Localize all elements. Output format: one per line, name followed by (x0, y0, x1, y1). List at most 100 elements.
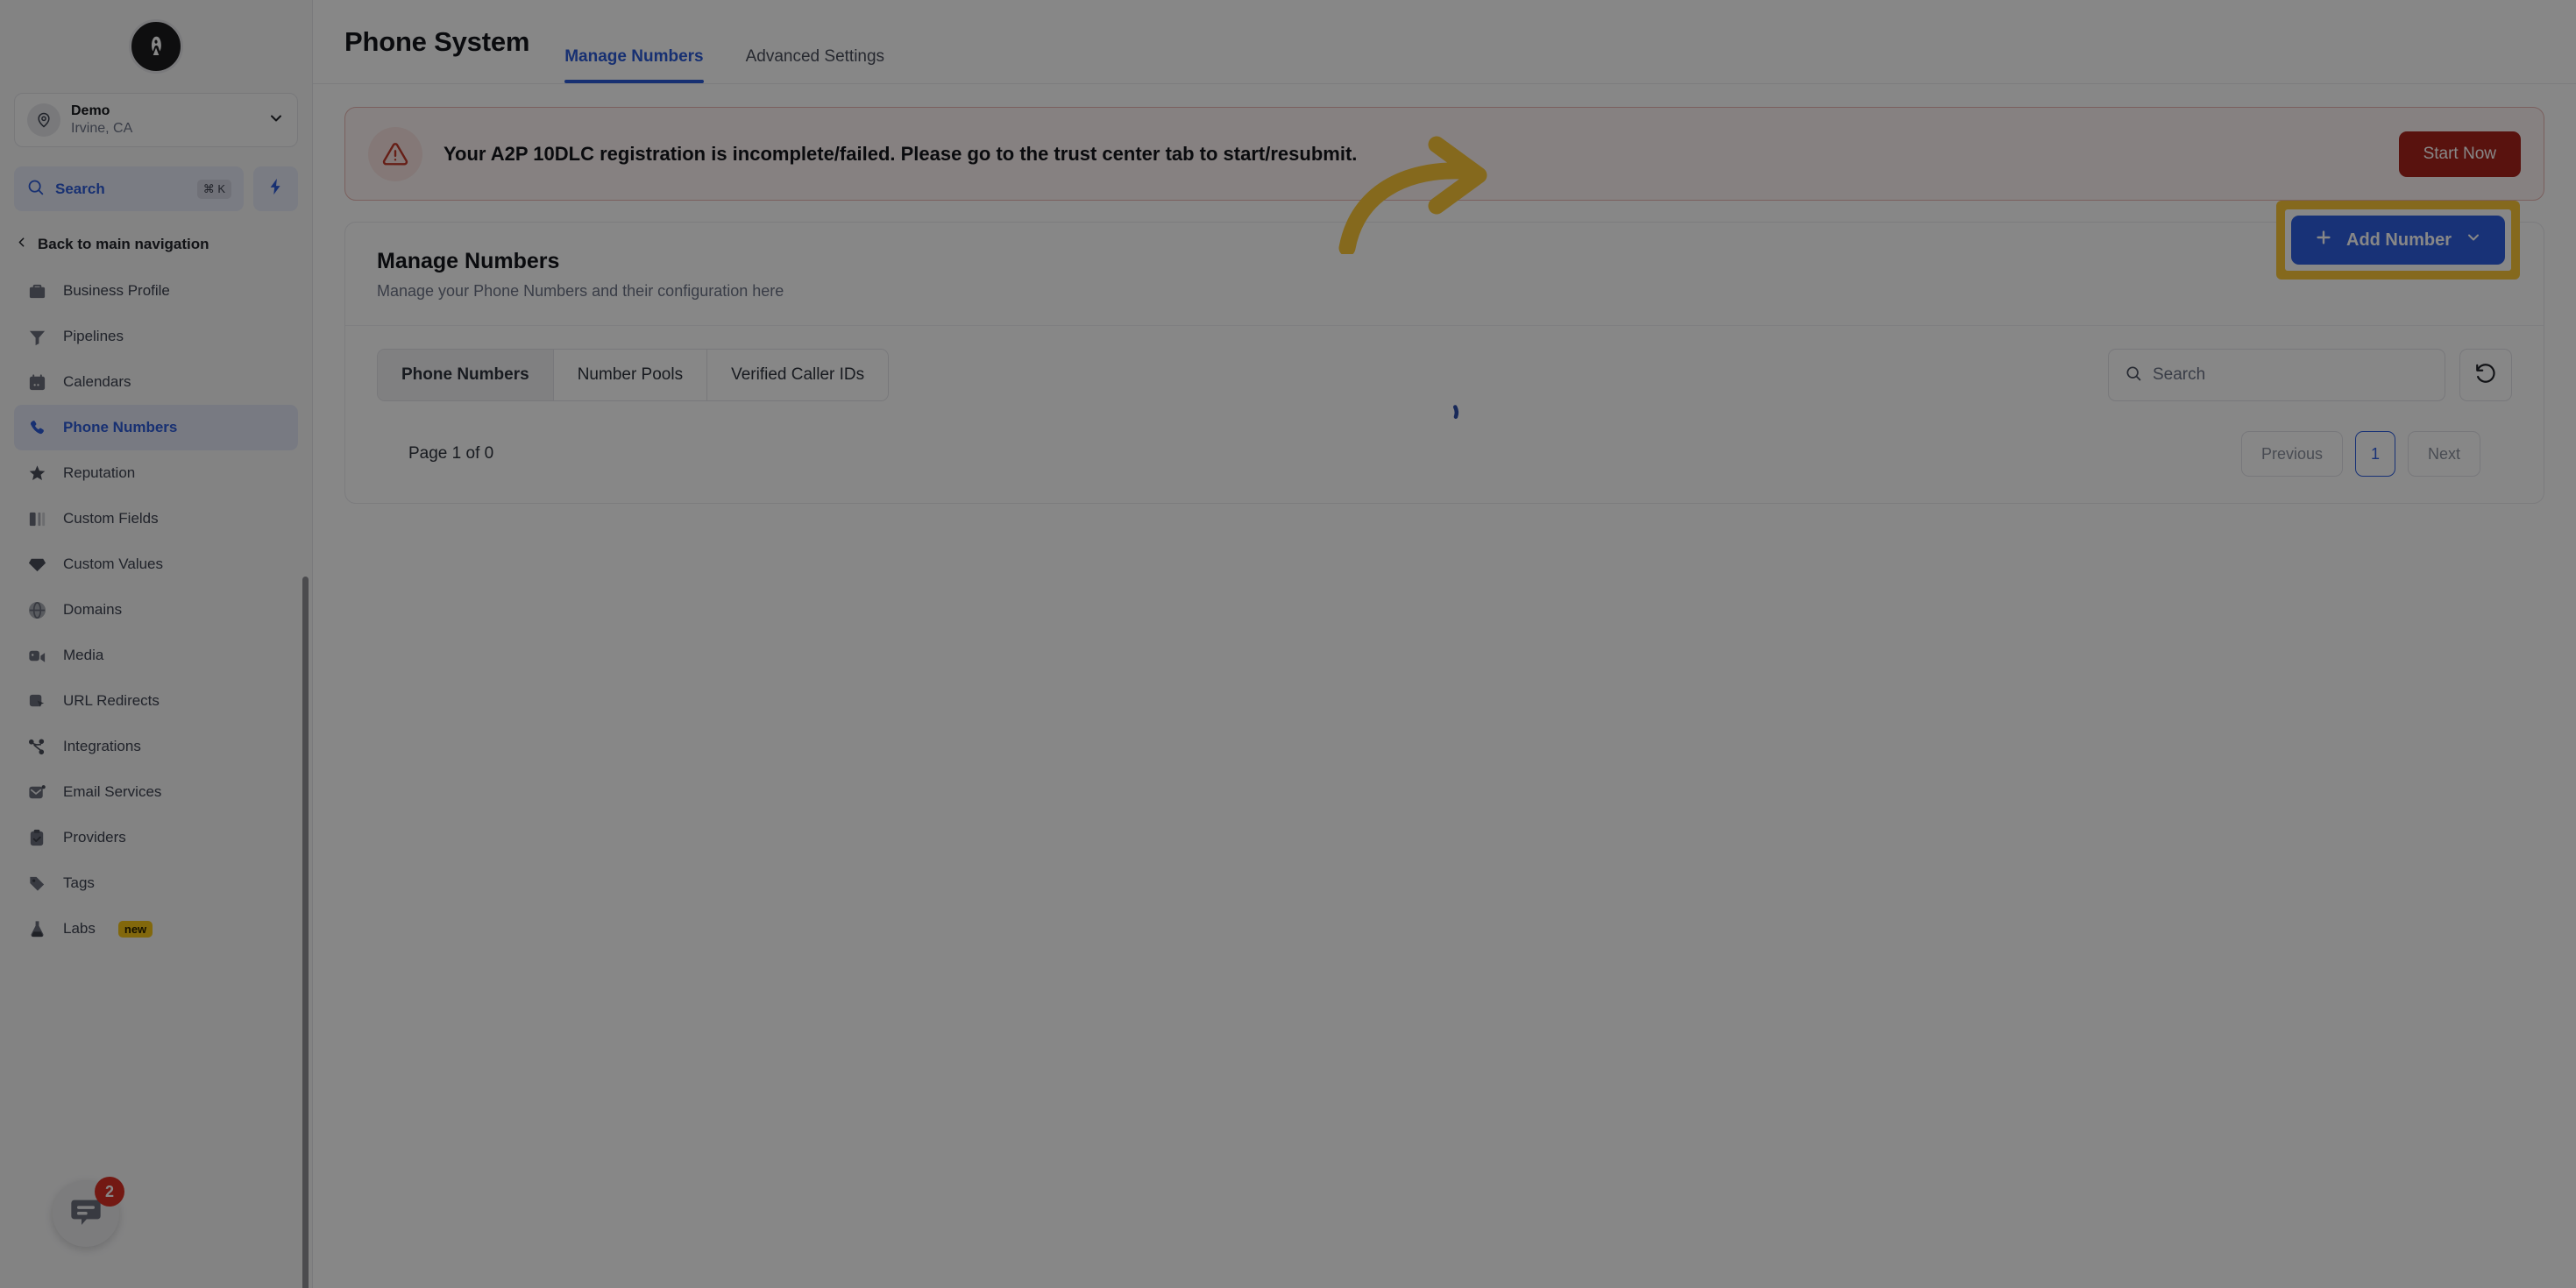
card-header: Manage Numbers Manage your Phone Numbers… (345, 223, 2544, 325)
sidebar-scrollbar[interactable] (302, 577, 309, 1288)
refresh-button[interactable] (2459, 349, 2512, 401)
search-label: Search (55, 180, 105, 197)
back-to-main-navigation[interactable]: Back to main navigation (14, 235, 312, 254)
manage-numbers-card: Manage Numbers Manage your Phone Numbers… (344, 201, 2544, 504)
sidebar-search-row: Search ⌘ K (14, 166, 298, 211)
segment-phone-numbers[interactable]: Phone Numbers (378, 350, 554, 400)
sidebar-item-email-services[interactable]: Email Services (14, 769, 298, 815)
sidebar-item-domains[interactable]: Domains (14, 587, 298, 633)
briefcase-icon (25, 280, 48, 302)
loading-spinner-icon (1426, 394, 1463, 431)
sidebar-item-label: Integrations (63, 738, 141, 754)
sidebar-item-label: Tags (63, 874, 95, 891)
cursor-box-icon (25, 690, 48, 712)
app-root: Demo Irvine, CA Search ⌘ K Back to main … (0, 0, 2576, 1288)
tag-icon (25, 872, 48, 895)
mail-icon (25, 781, 48, 803)
add-number-label: Add Number (2346, 230, 2452, 250)
sidebar-item-label: Providers (63, 829, 126, 846)
sidebar-item-label: Phone Numbers (63, 419, 178, 435)
location-switcher[interactable]: Demo Irvine, CA (14, 93, 298, 147)
lightning-bolt-icon (266, 177, 286, 201)
sidebar-item-label: Custom Values (63, 556, 164, 572)
chevron-down-icon (267, 110, 285, 131)
sidebar-item-label: Pipelines (63, 328, 124, 344)
search-shortcut: ⌘ K (196, 179, 231, 199)
sidebar-item-label: Calendars (63, 373, 131, 390)
search-placeholder: Search (2153, 365, 2206, 384)
sidebar-item-business-profile[interactable]: Business Profile (14, 268, 298, 314)
sidebar-item-labs[interactable]: Labs new (14, 906, 298, 952)
chevron-left-icon (14, 235, 29, 254)
location-sub: Irvine, CA (71, 120, 133, 136)
refresh-ccw-icon (2474, 362, 2497, 389)
sidebar-item-reputation[interactable]: Reputation (14, 450, 298, 496)
search-icon (26, 178, 45, 201)
warning-triangle-icon (368, 126, 422, 181)
card-body: Phone Numbers Number Pools Verified Call… (345, 325, 2544, 503)
sidebar-item-label: URL Redirects (63, 692, 160, 709)
clipboard-check-icon (25, 826, 48, 849)
search-input[interactable]: Search ⌘ K (14, 166, 244, 211)
next-page-button[interactable]: Next (2407, 431, 2480, 477)
star-icon (25, 462, 48, 485)
agency-logo-icon (152, 36, 161, 55)
chevron-down-icon (2465, 229, 2482, 251)
sidebar-item-custom-values[interactable]: Custom Values (14, 541, 298, 587)
sidebar-item-label: Media (63, 647, 104, 663)
sidebar-item-label: Email Services (63, 783, 162, 800)
columns-icon (25, 507, 48, 530)
sidebar: Demo Irvine, CA Search ⌘ K Back to main … (0, 0, 313, 1288)
chat-widget-button[interactable]: 2 (53, 1177, 124, 1247)
tab-manage-numbers[interactable]: Manage Numbers (564, 47, 704, 83)
numbers-search-input[interactable]: Search (2108, 349, 2445, 401)
card-toolbar: Phone Numbers Number Pools Verified Call… (377, 349, 2512, 401)
sidebar-item-phone-numbers[interactable]: Phone Numbers (14, 405, 298, 450)
segment-number-pools[interactable]: Number Pools (553, 350, 708, 400)
sidebar-item-label: Labs (63, 920, 96, 937)
quick-actions-button[interactable] (253, 166, 298, 211)
sidebar-item-label: Reputation (63, 464, 136, 481)
sidebar-item-tags[interactable]: Tags (14, 860, 298, 906)
status-badge: new (117, 920, 153, 938)
search-icon (2125, 364, 2142, 386)
add-number-button[interactable]: Add Number (2291, 216, 2505, 265)
sidebar-item-media[interactable]: Media (14, 633, 298, 678)
card-subtitle: Manage your Phone Numbers and their conf… (377, 282, 784, 300)
sidebar-item-url-redirects[interactable]: URL Redirects (14, 678, 298, 724)
gem-icon (25, 553, 48, 576)
phone-icon (25, 416, 48, 439)
back-label: Back to main navigation (38, 236, 209, 252)
sidebar-item-calendars[interactable]: Calendars (14, 359, 298, 405)
highlight-frame: Add Number (2276, 201, 2520, 280)
brand-logo[interactable] (129, 19, 183, 74)
previous-page-button[interactable]: Previous (2240, 431, 2343, 477)
location-text: Demo Irvine, CA (71, 103, 257, 137)
sidebar-nav: Business Profile Pipelines Calendars Pho… (0, 268, 312, 1288)
highlight-inner: Add Number (2285, 209, 2511, 271)
page-number-button[interactable]: 1 (2354, 431, 2395, 477)
page-header: Phone System Manage Numbers Advanced Set… (313, 0, 2576, 84)
location-name: Demo (71, 103, 110, 119)
start-now-button[interactable]: Start Now (2398, 131, 2521, 177)
flask-icon (25, 917, 48, 940)
pagination-info: Page 1 of 0 (408, 444, 494, 463)
sidebar-item-custom-fields[interactable]: Custom Fields (14, 496, 298, 541)
nodes-icon (25, 735, 48, 758)
sidebar-item-pipelines[interactable]: Pipelines (14, 314, 298, 359)
brand-logo-wrap (0, 0, 312, 74)
sidebar-item-providers[interactable]: Providers (14, 815, 298, 860)
sidebar-item-integrations[interactable]: Integrations (14, 724, 298, 769)
location-pin-icon (27, 103, 60, 137)
segment-verified-caller-ids[interactable]: Verified Caller IDs (707, 350, 889, 400)
page-title: Phone System (344, 25, 530, 57)
content-area: Your A2P 10DLC registration is incomplet… (313, 84, 2576, 504)
card-title: Manage Numbers (377, 249, 560, 273)
globe-icon (25, 598, 48, 621)
segmented-tabs: Phone Numbers Number Pools Verified Call… (377, 349, 890, 401)
alert-message: Your A2P 10DLC registration is incomplet… (444, 142, 1358, 165)
tab-advanced-settings[interactable]: Advanced Settings (746, 47, 884, 83)
chat-unread-badge: 2 (95, 1177, 124, 1207)
main-content: Phone System Manage Numbers Advanced Set… (313, 0, 2576, 1288)
calendar-icon (25, 371, 48, 393)
